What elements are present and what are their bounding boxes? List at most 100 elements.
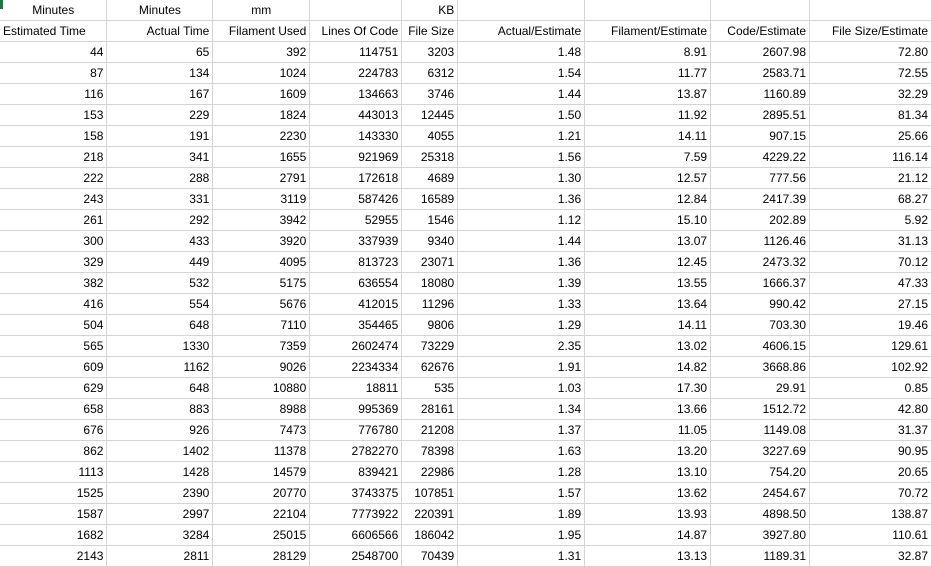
cell[interactable]: 3668.86 — [710, 356, 810, 378]
cell[interactable]: 1655 — [212, 146, 311, 168]
cell[interactable]: 921969 — [309, 146, 403, 168]
cell[interactable]: 300 — [0, 230, 108, 252]
cell[interactable]: 1.56 — [457, 146, 586, 168]
cell[interactable]: 3942 — [212, 209, 311, 231]
cell[interactable]: 134663 — [309, 83, 403, 105]
cell[interactable]: 3927.80 — [710, 524, 810, 546]
cell[interactable]: 4095 — [212, 251, 311, 273]
cell[interactable]: 42.80 — [809, 398, 932, 420]
cell[interactable]: 72.55 — [809, 62, 932, 84]
cell[interactable]: 1525 — [0, 482, 108, 504]
cell[interactable]: 7359 — [212, 335, 311, 357]
cell[interactable]: 70.72 — [809, 482, 932, 504]
cell[interactable]: 70439 — [401, 545, 459, 567]
cell[interactable]: 2234334 — [309, 356, 403, 378]
cell[interactable]: 7110 — [212, 314, 311, 336]
cell[interactable]: 25015 — [212, 524, 311, 546]
cell[interactable]: 1162 — [106, 356, 214, 378]
cell[interactable]: 3119 — [212, 188, 311, 210]
cell[interactable]: 172618 — [309, 167, 403, 189]
cell[interactable]: 32.87 — [809, 545, 932, 567]
cell[interactable]: 11296 — [401, 293, 459, 315]
cell[interactable]: 1160.89 — [710, 83, 810, 105]
cell[interactable]: 114751 — [309, 41, 403, 63]
cell[interactable]: 4606.15 — [710, 335, 810, 357]
cell[interactable]: 19.46 — [809, 314, 932, 336]
cell[interactable]: 1.89 — [457, 503, 586, 525]
cell[interactable]: 10880 — [212, 377, 311, 399]
cell[interactable]: 341 — [106, 146, 214, 168]
cell[interactable]: 14.11 — [584, 314, 712, 336]
cell[interactable]: 20.65 — [809, 461, 932, 483]
cell[interactable]: 47.33 — [809, 272, 932, 294]
cell[interactable]: 565 — [0, 335, 108, 357]
cell[interactable]: 1512.72 — [710, 398, 810, 420]
cell[interactable]: 5175 — [212, 272, 311, 294]
cell[interactable]: 1.48 — [457, 41, 586, 63]
cell[interactable]: 32.29 — [809, 83, 932, 105]
cell[interactable]: 13.20 — [584, 440, 712, 462]
cell[interactable] — [809, 0, 932, 21]
cell[interactable]: KB — [401, 0, 459, 21]
cell[interactable]: 18811 — [309, 377, 403, 399]
cell[interactable]: 14.11 — [584, 125, 712, 147]
cell[interactable]: 17.30 — [584, 377, 712, 399]
cell[interactable]: 3746 — [401, 83, 459, 105]
cell[interactable]: 4229.22 — [710, 146, 810, 168]
cell[interactable]: 25318 — [401, 146, 459, 168]
cell[interactable]: 1149.08 — [710, 419, 810, 441]
cell[interactable]: 1.36 — [457, 188, 586, 210]
cell[interactable]: 1.39 — [457, 272, 586, 294]
cell[interactable]: 224783 — [309, 62, 403, 84]
cell[interactable]: 31.37 — [809, 419, 932, 441]
cell[interactable] — [309, 0, 403, 21]
cell[interactable]: 8988 — [212, 398, 311, 420]
cell[interactable]: 3743375 — [309, 482, 403, 504]
cell[interactable]: Estimated Time — [0, 20, 108, 42]
cell[interactable] — [584, 0, 712, 21]
cell[interactable]: File Size — [401, 20, 459, 42]
cell[interactable]: 15.10 — [584, 209, 712, 231]
cell[interactable]: 1546 — [401, 209, 459, 231]
cell[interactable]: 1.57 — [457, 482, 586, 504]
cell[interactable]: 0.85 — [809, 377, 932, 399]
cell[interactable]: 1.03 — [457, 377, 586, 399]
cell[interactable]: 9340 — [401, 230, 459, 252]
cell[interactable]: 777.56 — [710, 167, 810, 189]
cell[interactable]: 129.61 — [809, 335, 932, 357]
cell[interactable]: 2997 — [106, 503, 214, 525]
cell[interactable]: 609 — [0, 356, 108, 378]
cell[interactable]: 1189.31 — [710, 545, 810, 567]
cell[interactable]: 102.92 — [809, 356, 932, 378]
cell[interactable]: Filament Used — [212, 20, 311, 42]
cell[interactable]: 2417.39 — [710, 188, 810, 210]
cell[interactable]: 1428 — [106, 461, 214, 483]
cell[interactable]: 68.27 — [809, 188, 932, 210]
cell[interactable]: 703.30 — [710, 314, 810, 336]
cell[interactable]: 443013 — [309, 104, 403, 126]
cell[interactable]: 3920 — [212, 230, 311, 252]
cell[interactable]: 9026 — [212, 356, 311, 378]
cell[interactable]: 3227.69 — [710, 440, 810, 462]
cell[interactable]: 1126.46 — [710, 230, 810, 252]
cell[interactable]: 107851 — [401, 482, 459, 504]
cell[interactable]: 13.13 — [584, 545, 712, 567]
cell[interactable]: 191 — [106, 125, 214, 147]
cell[interactable]: 87 — [0, 62, 108, 84]
cell[interactable]: 1824 — [212, 104, 311, 126]
cell[interactable]: 636554 — [309, 272, 403, 294]
cell[interactable]: Minutes — [0, 0, 108, 21]
cell[interactable]: 648 — [106, 377, 214, 399]
cell[interactable]: 2143 — [0, 545, 108, 567]
cell[interactable]: 990.42 — [710, 293, 810, 315]
cell[interactable]: 2230 — [212, 125, 311, 147]
cell[interactable]: 392 — [212, 41, 311, 63]
cell[interactable] — [710, 0, 810, 21]
cell[interactable]: 13.64 — [584, 293, 712, 315]
cell[interactable]: 6606566 — [309, 524, 403, 546]
cell[interactable]: 7473 — [212, 419, 311, 441]
cell[interactable]: 3203 — [401, 41, 459, 63]
cell[interactable]: 186042 — [401, 524, 459, 546]
cell[interactable]: 433 — [106, 230, 214, 252]
cell[interactable]: 90.95 — [809, 440, 932, 462]
